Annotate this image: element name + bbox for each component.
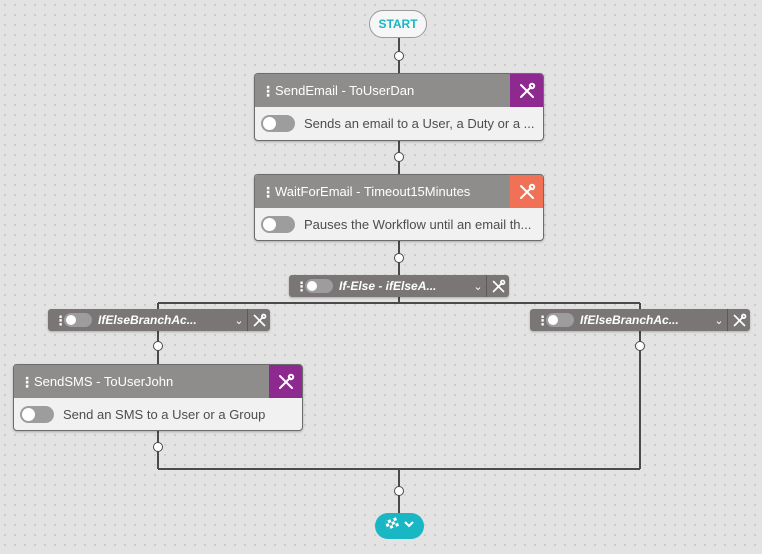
chevron-down-icon[interactable]: ⌄ bbox=[231, 314, 247, 327]
drag-handle-icon[interactable]: ⋮ bbox=[261, 185, 275, 199]
connection-port[interactable] bbox=[153, 341, 163, 351]
connection-port[interactable] bbox=[394, 253, 404, 263]
wait-for-email-node[interactable]: ⋮ WaitForEmail - Timeout15Minutes Pauses… bbox=[254, 174, 544, 241]
connection-port[interactable] bbox=[394, 51, 404, 61]
end-node-control[interactable] bbox=[375, 513, 424, 539]
finish-flag-icon bbox=[384, 516, 400, 537]
connection-port[interactable] bbox=[153, 442, 163, 452]
drag-handle-icon[interactable]: ⋮ bbox=[54, 314, 67, 327]
start-node[interactable]: START bbox=[369, 10, 427, 38]
node-title: WaitForEmail - Timeout15Minutes bbox=[275, 184, 471, 199]
node-description: Send an SMS to a User or a Group bbox=[63, 407, 266, 422]
enable-toggle[interactable] bbox=[546, 313, 574, 327]
drag-handle-icon[interactable]: ⋮ bbox=[536, 314, 549, 327]
enable-toggle[interactable] bbox=[261, 216, 295, 233]
node-title: SendEmail - ToUserDan bbox=[275, 83, 415, 98]
tools-icon[interactable] bbox=[486, 275, 509, 297]
node-title: SendSMS - ToUserJohn bbox=[34, 374, 174, 389]
tools-icon[interactable] bbox=[727, 309, 750, 331]
if-else-node[interactable]: ⋮ If-Else - ifElseA... ⌄ bbox=[289, 275, 509, 297]
send-email-node[interactable]: ⋮ SendEmail - ToUserDan Sends an email t… bbox=[254, 73, 544, 141]
drag-handle-icon[interactable]: ⋮ bbox=[295, 280, 308, 293]
chevron-down-icon[interactable]: ⌄ bbox=[470, 280, 486, 293]
node-description: Sends an email to a User, a Duty or a ..… bbox=[304, 116, 535, 131]
enable-toggle[interactable] bbox=[305, 279, 333, 293]
enable-toggle[interactable] bbox=[64, 313, 92, 327]
if-else-branch-left[interactable]: ⋮ IfElseBranchAc... ⌄ bbox=[48, 309, 270, 331]
tools-icon[interactable] bbox=[510, 175, 543, 208]
branch-label: IfElseBranchAc... bbox=[580, 313, 679, 327]
drag-handle-icon[interactable]: ⋮ bbox=[20, 375, 34, 389]
tools-icon[interactable] bbox=[510, 74, 543, 107]
send-sms-node[interactable]: ⋮ SendSMS - ToUserJohn Send an SMS to a … bbox=[13, 364, 303, 431]
enable-toggle[interactable] bbox=[261, 115, 295, 132]
enable-toggle[interactable] bbox=[20, 406, 54, 423]
connection-port[interactable] bbox=[394, 486, 404, 496]
chevron-down-icon[interactable]: ⌄ bbox=[711, 314, 727, 327]
drag-handle-icon[interactable]: ⋮ bbox=[261, 84, 275, 98]
connection-port[interactable] bbox=[635, 341, 645, 351]
if-else-label: If-Else - ifElseA... bbox=[339, 279, 437, 293]
chevron-down-icon[interactable] bbox=[403, 517, 415, 535]
connection-port[interactable] bbox=[394, 152, 404, 162]
tools-icon[interactable] bbox=[247, 309, 270, 331]
branch-label: IfElseBranchAc... bbox=[98, 313, 197, 327]
tools-icon[interactable] bbox=[269, 365, 302, 398]
node-description: Pauses the Workflow until an email th... bbox=[304, 217, 532, 232]
if-else-branch-right[interactable]: ⋮ IfElseBranchAc... ⌄ bbox=[530, 309, 750, 331]
